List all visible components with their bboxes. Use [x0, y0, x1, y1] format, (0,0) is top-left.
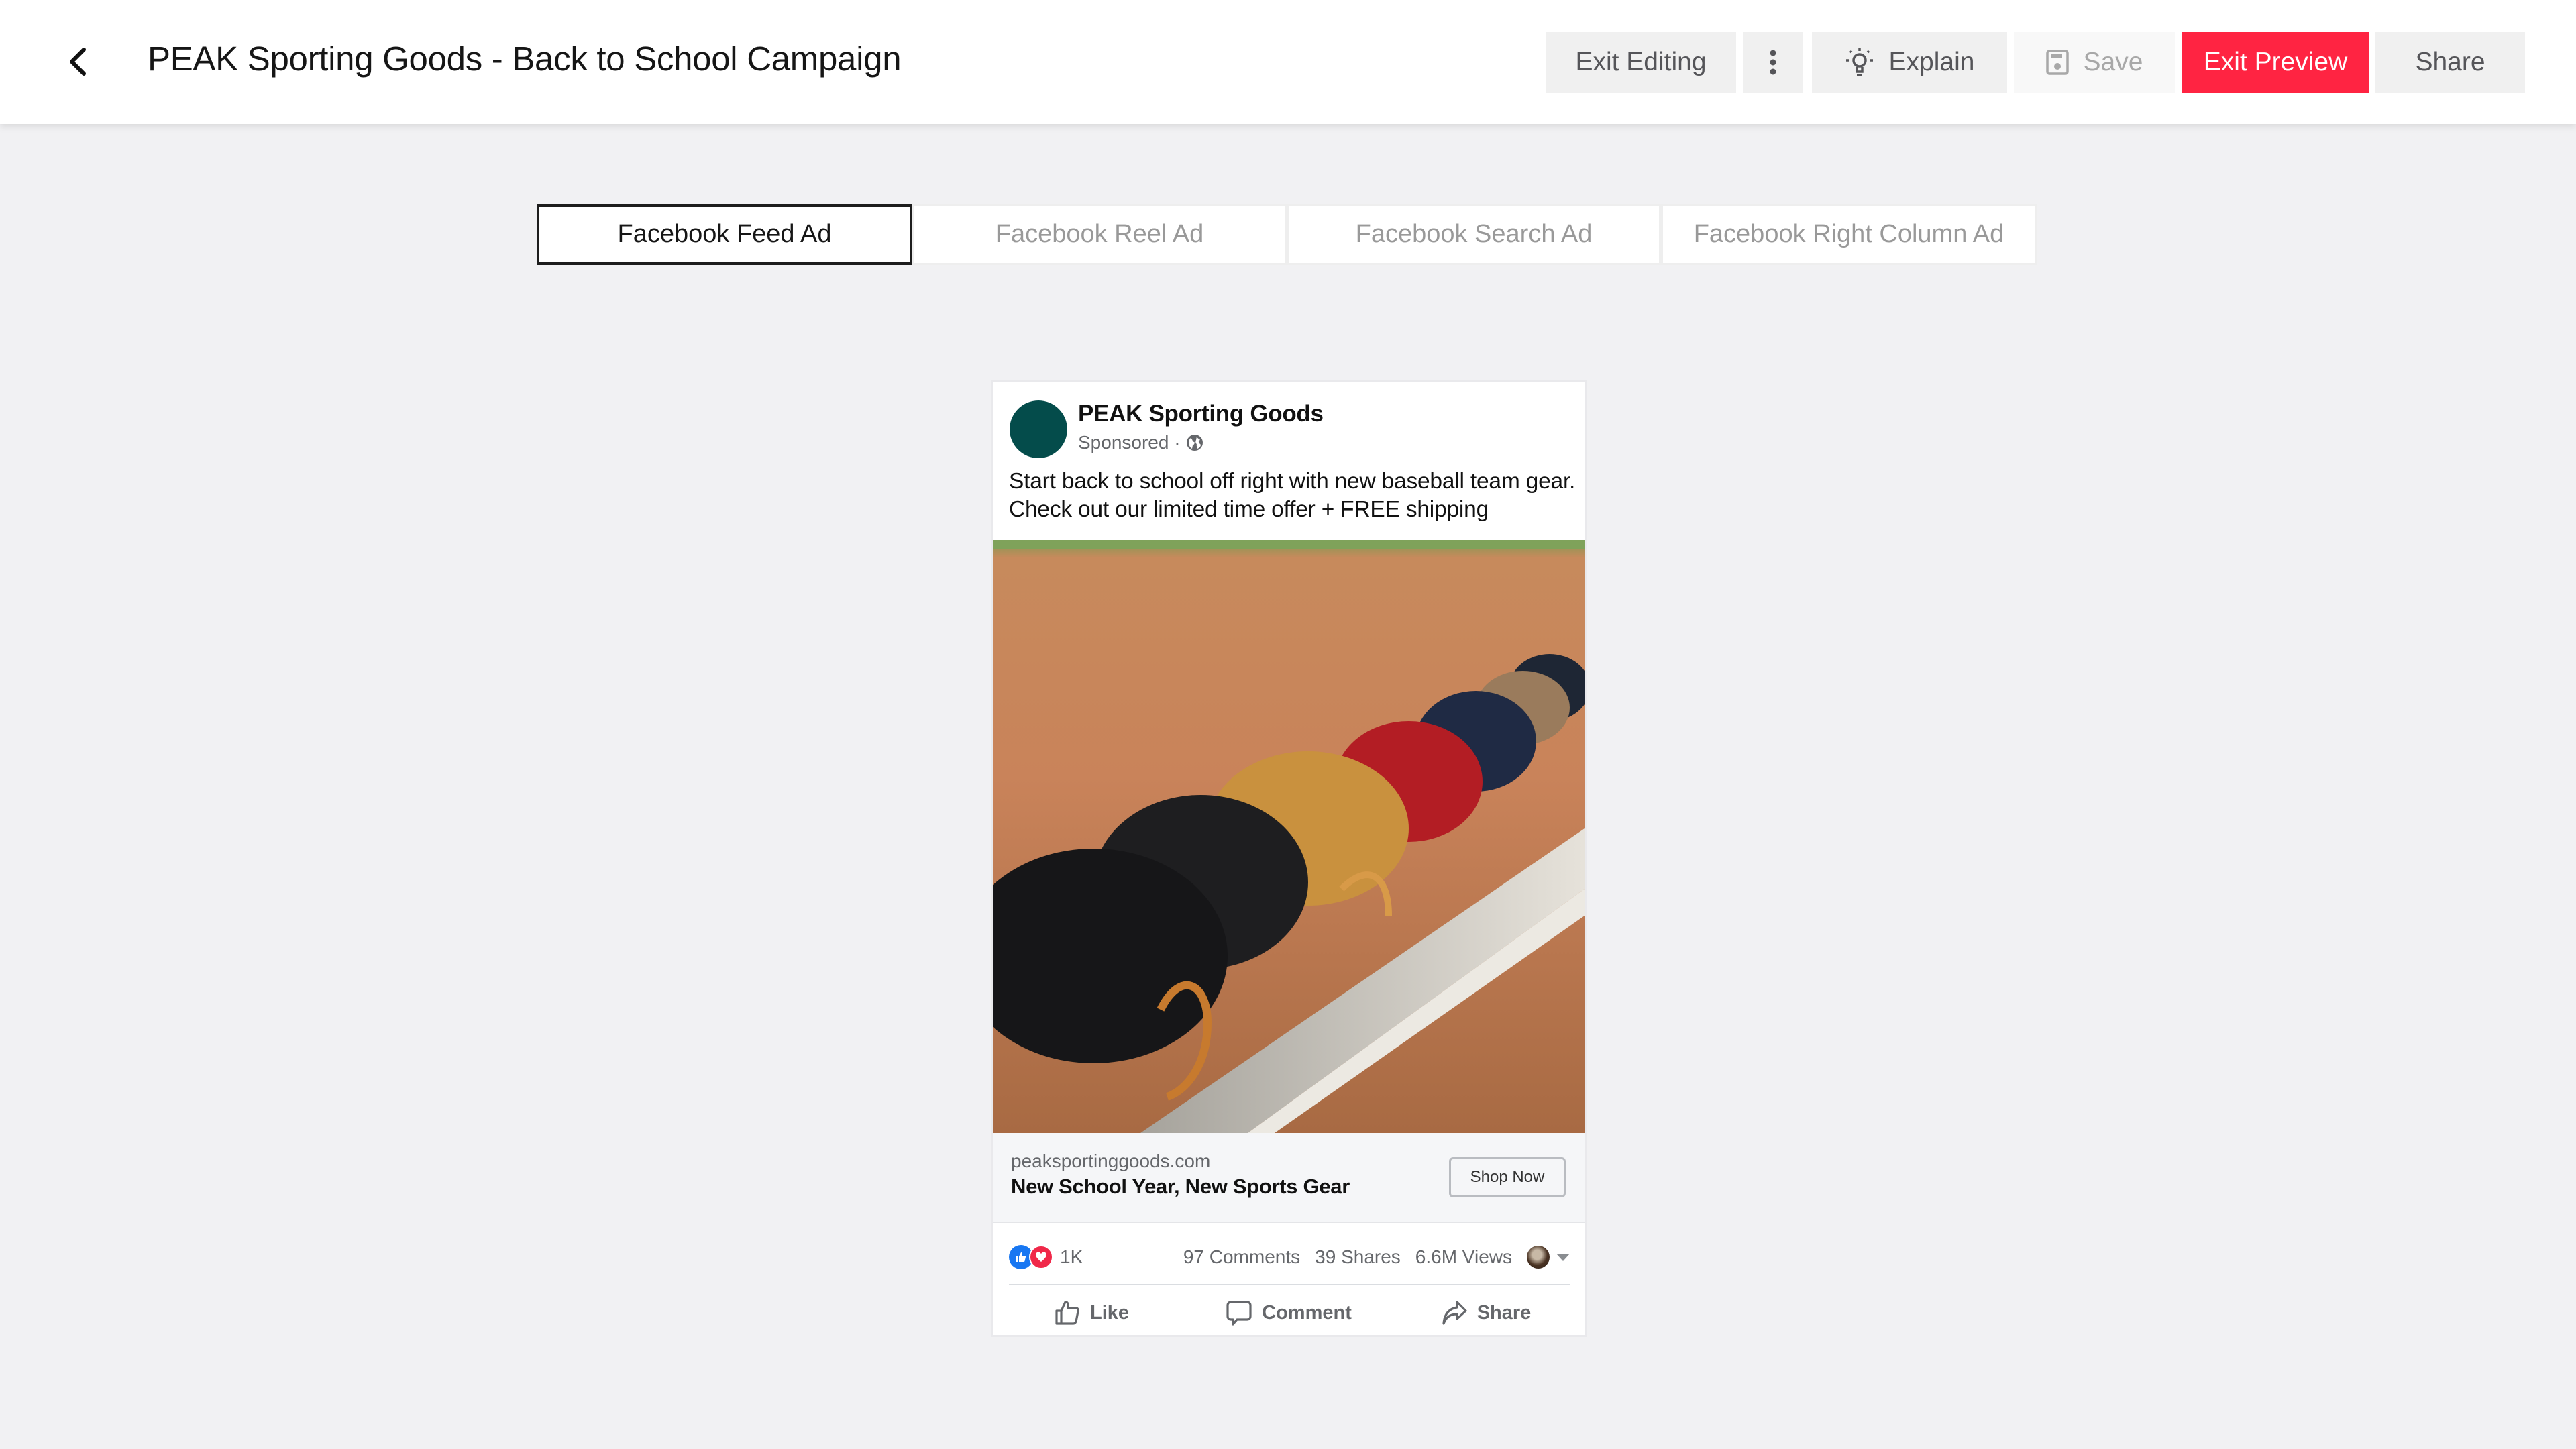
page-title: PEAK Sporting Goods - Back to School Cam… [148, 40, 902, 78]
tab-facebook-right-column-ad[interactable]: Facebook Right Column Ad [1661, 204, 2037, 265]
thumbs-up-icon [1055, 1301, 1079, 1325]
comment-count[interactable]: 97 Comments [1183, 1246, 1300, 1268]
shop-now-button[interactable]: Shop Now [1449, 1157, 1566, 1197]
page-name[interactable]: PEAK Sporting Goods [1078, 400, 1324, 427]
caret-down-icon[interactable] [1556, 1253, 1570, 1261]
divider [1009, 1284, 1570, 1285]
like-button[interactable]: Like [993, 1291, 1190, 1335]
tab-facebook-reel-ad[interactable]: Facebook Reel Ad [912, 204, 1287, 265]
exit-preview-button[interactable]: Exit Preview [2182, 32, 2369, 93]
ad-format-tabs: Facebook Feed Ad Facebook Reel Ad Facebo… [537, 204, 2037, 265]
comment-button[interactable]: Comment [1190, 1291, 1387, 1335]
reaction-count: 1K [1060, 1246, 1083, 1267]
exit-editing-button[interactable]: Exit Editing [1546, 32, 1736, 93]
more-options-button[interactable] [1743, 32, 1803, 93]
exit-preview-label: Exit Preview [2203, 47, 2348, 76]
ad-caption: Start back to school off right with new … [1009, 469, 1576, 522]
share-label: Share [2415, 47, 2485, 76]
share-arrow-icon [1442, 1301, 1467, 1325]
view-count: 6.6M Views [1415, 1246, 1512, 1267]
lightbulb-icon [1845, 48, 1873, 76]
chevron-left-icon [70, 48, 86, 76]
engagement-stats: 1K 97 Comments 39 Shares 6.6M Views [1009, 1240, 1570, 1274]
tab-facebook-feed-ad[interactable]: Facebook Feed Ad [537, 204, 912, 265]
explain-label: Explain [1888, 47, 1975, 76]
post-actions: Like Comment Share [993, 1291, 1585, 1335]
back-button[interactable] [58, 42, 98, 82]
link-headline: New School Year, New Sports Gear [1011, 1175, 1350, 1198]
share-post-button[interactable]: Share [1387, 1291, 1585, 1335]
vertical-dots-icon [1770, 50, 1776, 74]
page-avatar[interactable] [1010, 400, 1067, 458]
explain-button[interactable]: Explain [1812, 32, 2007, 93]
save-label: Save [2083, 47, 2143, 76]
comment-label: Comment [1262, 1301, 1352, 1324]
ad-image[interactable] [993, 540, 1585, 1133]
like-label: Like [1089, 1301, 1130, 1324]
save-button[interactable]: Save [2014, 32, 2175, 93]
link-domain: peaksportinggoods.com [1011, 1150, 1211, 1171]
sponsored-label: Sponsored · [1078, 432, 1203, 453]
viewer-avatar[interactable] [1527, 1246, 1550, 1269]
top-bar: PEAK Sporting Goods - Back to School Cam… [0, 0, 2576, 124]
sponsored-text: Sponsored · [1078, 432, 1181, 453]
reactions[interactable]: 1K [1009, 1245, 1083, 1269]
share-button[interactable]: Share [2375, 32, 2525, 93]
globe-icon [1186, 435, 1203, 451]
link-preview[interactable]: peaksportinggoods.com New School Year, N… [993, 1133, 1585, 1223]
love-reaction-icon [1029, 1245, 1053, 1269]
floppy-disk-icon [2045, 49, 2069, 75]
tab-facebook-search-ad[interactable]: Facebook Search Ad [1287, 204, 1661, 265]
share-count[interactable]: 39 Shares [1315, 1246, 1401, 1268]
comment-bubble-icon [1226, 1301, 1252, 1326]
share-post-label: Share [1477, 1301, 1532, 1324]
exit-editing-label: Exit Editing [1575, 47, 1707, 76]
baseball-gloves-image [993, 540, 1585, 1133]
facebook-ad-preview: PEAK Sporting Goods Sponsored · Start ba… [991, 380, 1587, 1337]
